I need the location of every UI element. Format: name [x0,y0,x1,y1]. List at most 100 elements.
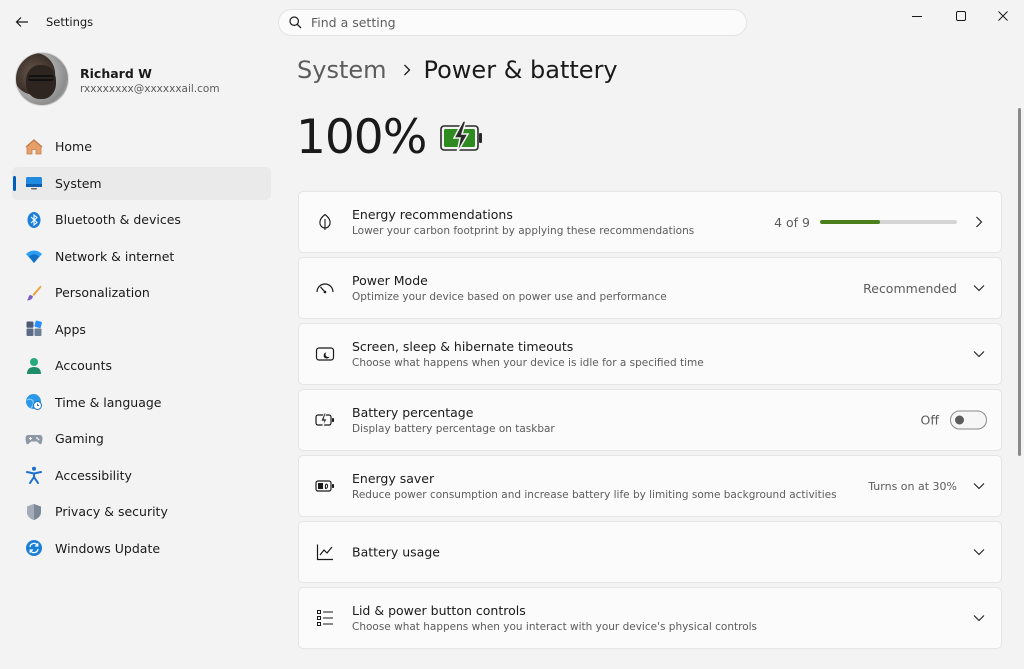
leaf-icon [315,212,335,232]
sidebar-item-time-language[interactable]: Time & language [12,386,271,419]
card-description: Lower your carbon footprint by applying … [352,225,695,237]
sidebar-item-label: Time & language [55,394,162,410]
sidebar-item-accessibility[interactable]: Accessibility [12,459,271,492]
sidebar-item-privacy-security[interactable]: Privacy & security [12,495,271,528]
card-title: Lid & power button controls [352,603,526,618]
card-description: Optimize your device based on power use … [352,291,667,303]
card-text: Power Mode Optimize your device based on… [352,273,667,303]
settings-window: Settings Richard W rxxxxxxxx@xxxxxxail.c… [0,0,1024,669]
page-title: Power & battery [423,56,618,84]
battery-usage-card[interactable]: Battery usage [298,521,1002,583]
avatar-photo [26,65,56,99]
progress-fill [820,220,881,224]
chevron-down-icon [971,478,987,494]
home-icon [25,138,43,156]
card-value-area: 4 of 9 [774,214,987,230]
power-mode-dropdown[interactable]: Recommended [863,280,987,296]
shield-icon [25,503,43,521]
scrollbar[interactable] [1018,108,1021,456]
power-mode-card[interactable]: Power Mode Optimize your device based on… [298,257,1002,319]
brush-icon [25,284,43,302]
search-box[interactable] [278,9,747,36]
search-icon [289,16,302,29]
wifi-icon [25,247,43,265]
speedometer-icon [315,278,335,298]
sidebar-item-accounts[interactable]: Accounts [12,349,271,382]
card-title: Power Mode [352,273,428,288]
card-text: Screen, sleep & hibernate timeouts Choos… [352,339,704,369]
chevron-down-icon [971,610,987,626]
toggle-state-label: Off [920,412,939,428]
card-title: Energy recommendations [352,207,513,222]
app-title: Settings [46,15,94,29]
sidebar-item-label: Home [55,139,92,154]
power-mode-value: Recommended [863,280,957,296]
user-email: rxxxxxxxx@xxxxxxail.com [80,83,220,95]
sidebar-item-label: Windows Update [55,540,161,556]
battery-percentage-toggle[interactable] [950,410,987,430]
card-text: Battery usage [352,545,440,560]
card-title: Battery percentage [352,405,474,420]
update-icon [25,539,43,557]
close-button[interactable] [988,6,1018,26]
card-text: Battery percentage Display battery perce… [352,405,555,435]
recommendations-progress [820,220,957,224]
bluetooth-icon [25,211,43,229]
energy-recommendations-card[interactable]: Energy recommendations Lower your carbon… [298,191,1002,253]
battery-charging-icon [440,120,484,157]
sidebar-item-windows-update[interactable]: Windows Update [12,532,271,565]
card-expand-area[interactable] [957,610,987,626]
accessibility-icon [25,466,43,484]
chevron-right-icon [403,64,411,76]
sidebar-item-label: Personalization [55,285,150,300]
energy-saver-threshold: Turns on at 30% [868,479,957,493]
line-chart-icon [315,542,335,562]
battery-percentage-card: Battery percentage Display battery perce… [298,389,1002,451]
card-expand-area[interactable] [957,544,987,560]
sidebar-item-label: Gaming [55,431,104,446]
maximize-button[interactable] [946,6,976,26]
user-name: Richard W [80,66,152,81]
sidebar-item-label: Accounts [55,358,112,373]
battery-percentage: 100% [296,110,427,165]
settings-cards: Energy recommendations Lower your carbon… [298,191,1002,653]
sidebar-item-label: System [55,175,102,191]
chevron-down-icon [971,346,987,362]
back-button[interactable] [12,12,32,32]
card-expand-area[interactable] [957,346,987,362]
sidebar-item-apps[interactable]: Apps [12,313,271,346]
card-description: Choose what happens when your device is … [352,357,704,369]
screen-sleep-icon [315,344,335,364]
card-title: Battery usage [352,544,440,560]
energy-saver-card[interactable]: Energy saver Reduce power consumption an… [298,455,1002,517]
breadcrumb-parent[interactable]: System [297,56,387,84]
card-value-area[interactable]: Turns on at 30% [868,478,987,494]
lid-power-button-card[interactable]: Lid & power button controls Choose what … [298,587,1002,649]
sidebar-item-personalization[interactable]: Personalization [12,276,271,309]
monitor-icon [25,174,43,192]
card-title: Screen, sleep & hibernate timeouts [352,339,574,354]
minimize-icon [912,16,922,17]
sidebar-item-label: Network & internet [55,248,175,264]
card-text: Energy recommendations Lower your carbon… [352,207,694,237]
toggle-knob [955,415,964,425]
sidebar-item-network[interactable]: Network & internet [12,240,271,273]
screen-sleep-card[interactable]: Screen, sleep & hibernate timeouts Choos… [298,323,1002,385]
sidebar-item-label: Apps [55,321,86,337]
sidebar-item-label: Accessibility [55,467,132,483]
sidebar-item-system[interactable]: System [12,166,271,200]
minimize-button[interactable] [902,6,932,26]
sidebar-item-gaming[interactable]: Gaming [12,422,271,455]
avatar[interactable] [15,52,69,106]
sidebar-item-home[interactable]: Home [12,130,271,163]
card-value-area: Off [920,410,987,430]
sidebar-item-label: Bluetooth & devices [55,212,181,227]
avatar-detail [28,75,54,81]
chevron-right-icon [971,214,987,230]
sidebar-item-bluetooth[interactable]: Bluetooth & devices [12,203,271,236]
gamepad-icon [25,430,43,448]
search-input[interactable] [311,15,711,30]
card-description: Display battery percentage on taskbar [352,423,555,435]
energy-saver-icon [315,476,335,496]
card-text: Energy saver Reduce power consumption an… [352,471,837,501]
